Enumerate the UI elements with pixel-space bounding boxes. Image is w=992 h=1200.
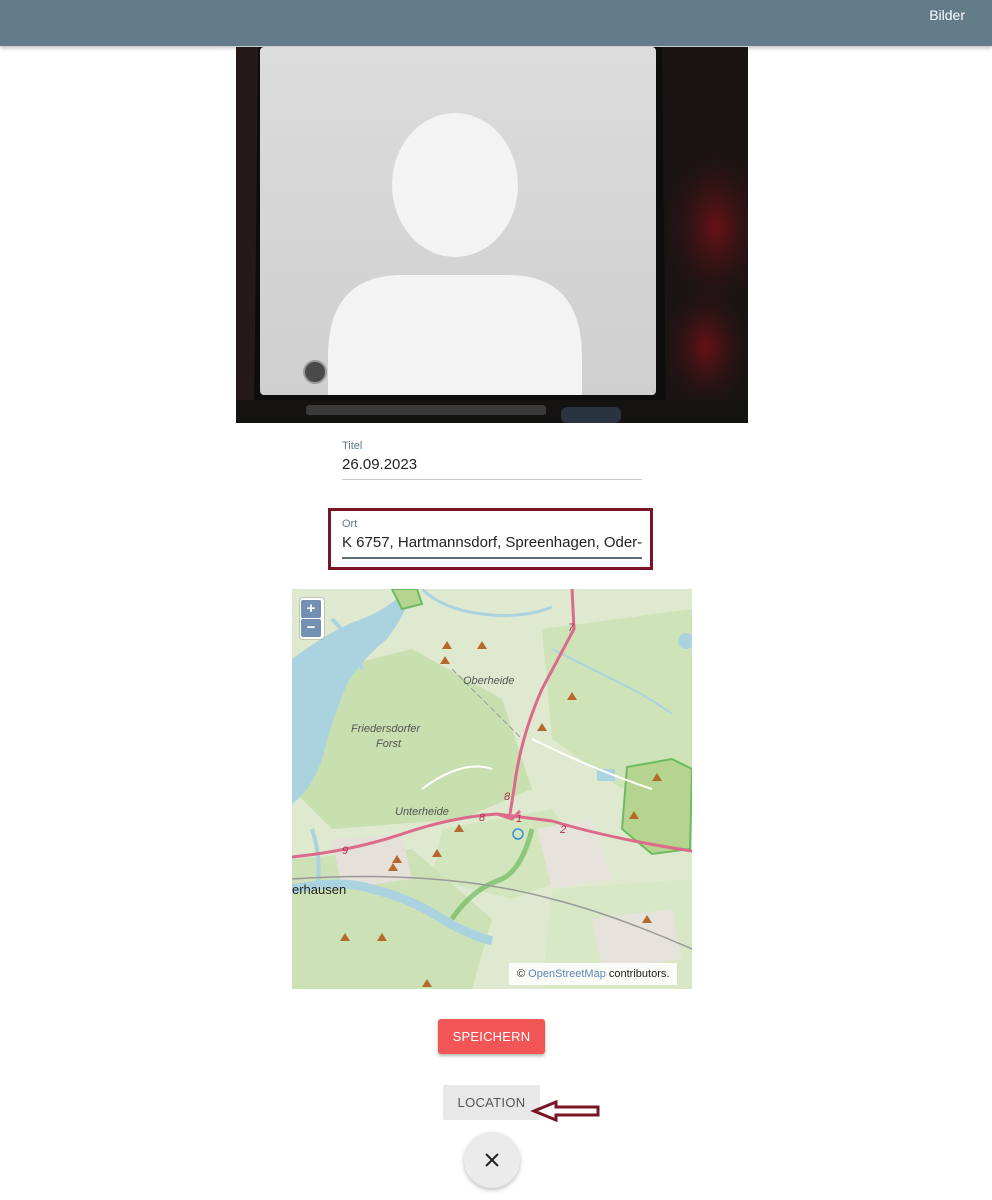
map-road-8a: 8: [504, 791, 511, 803]
top-app-bar: Bilder: [0, 0, 992, 46]
attribution-suffix: contributors.: [608, 968, 670, 980]
map-road-7: 7: [568, 622, 575, 634]
close-icon: [485, 1153, 499, 1167]
title-label: Titel: [342, 440, 363, 452]
map-zoom-control: + −: [300, 598, 324, 639]
map-label-forst: Forst: [376, 738, 402, 750]
map-road-9: 9: [342, 845, 348, 857]
map-road-1: 1: [516, 813, 522, 825]
zoom-out-button[interactable]: −: [301, 619, 321, 637]
map-label-erhausen: erhausen: [292, 882, 346, 897]
nav-link-bilder[interactable]: Bilder: [929, 7, 965, 23]
location-input[interactable]: K 6757, Hartmannsdorf, Spreenhagen, Oder…: [342, 534, 642, 557]
map-road-8b: 8: [479, 812, 486, 824]
attribution-copyright: ©: [517, 968, 526, 980]
map-attribution: © OpenStreetMap contributors.: [509, 963, 678, 985]
map-label-friedersdorfer: Friedersdorfer: [351, 723, 421, 735]
title-input[interactable]: 26.09.2023: [342, 456, 642, 479]
save-button[interactable]: SPEICHERN: [438, 1019, 545, 1054]
map-road-2: 2: [559, 824, 566, 836]
location-label: Ort: [342, 518, 358, 530]
location-button[interactable]: LOCATION: [443, 1085, 540, 1120]
map-label-unterheide: Unterheide: [395, 806, 449, 818]
title-field[interactable]: Titel 26.09.2023: [342, 440, 642, 480]
openstreetmap-link[interactable]: OpenStreetMap: [528, 968, 606, 980]
map-view[interactable]: Oberheide Friedersdorfer Forst Unterheid…: [292, 589, 692, 989]
zoom-in-button[interactable]: +: [301, 600, 321, 618]
photo-preview: [236, 47, 748, 423]
close-button[interactable]: [464, 1132, 520, 1188]
map-label-oberheide: Oberheide: [463, 675, 514, 687]
location-field[interactable]: Ort K 6757, Hartmannsdorf, Spreenhagen, …: [342, 518, 642, 559]
annotation-arrow-icon: [530, 1099, 600, 1123]
